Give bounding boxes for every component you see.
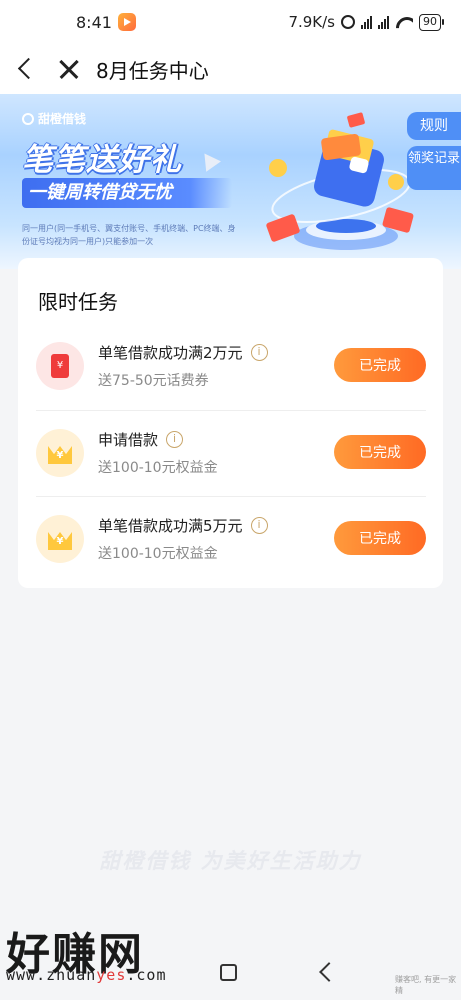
back-arrow-icon[interactable] <box>14 56 40 82</box>
task-reward: 送75-50元话费券 <box>98 373 209 389</box>
home-square-icon[interactable] <box>220 964 237 981</box>
system-nav-bar <box>0 950 461 1000</box>
task-name-text: 单笔借款成功满5万元 <box>98 517 243 535</box>
system-back-icon[interactable] <box>319 962 339 982</box>
alarm-icon <box>341 15 355 29</box>
card-title: 限时任务 <box>38 290 118 314</box>
task-row: ¥ 单笔借款成功满5万元 i 送100-10元权益金 已完成 <box>36 496 426 582</box>
limited-task-card: 限时任务 ¥ 单笔借款成功满2万元 i 送75-50元话费券 已完成 ¥ 申请借… <box>18 258 443 588</box>
nav-bar: 8月任务中心 <box>0 44 461 94</box>
signal-icon <box>361 15 372 29</box>
status-left: 8:41 <box>76 13 136 32</box>
red-envelope-icon: ¥ <box>36 342 84 390</box>
cursor-arrow-icon <box>197 148 221 172</box>
banner-headline: 笔笔送好礼 <box>22 142 182 178</box>
prize-record-tab[interactable]: 领奖记录 <box>407 146 461 190</box>
brand-name: 甜橙借钱 <box>38 112 87 126</box>
completed-button[interactable]: 已完成 <box>334 435 426 469</box>
page-title: 8月任务中心 <box>96 59 209 83</box>
status-time: 8:41 <box>76 12 112 32</box>
task-row: ¥ 申请借款 i 送100-10元权益金 已完成 <box>36 410 426 496</box>
wallet-illustration <box>266 112 414 250</box>
task-name: 单笔借款成功满2万元 i <box>98 342 268 363</box>
task-row: ¥ 单笔借款成功满2万元 i 送75-50元话费券 已完成 <box>36 324 426 410</box>
status-right: 7.9K/s 90 <box>288 13 444 31</box>
task-name: 单笔借款成功满5万元 i <box>98 515 268 536</box>
footer-slogan: 甜橙借钱 为美好生活助力 <box>99 849 362 873</box>
info-icon[interactable]: i <box>166 431 184 448</box>
completed-button[interactable]: 已完成 <box>334 521 426 555</box>
banner-disclaimer: 同一用户(同一手机号、翼支付账号、手机终端、PC终端、身份证号均视为同一用户)只… <box>22 224 236 246</box>
promo-banner: 甜橙借钱 笔笔送好礼 一键周转借贷无忧 同一用户(同一手机号、翼支付账号、手机终… <box>0 94 461 269</box>
brand-logo: 甜橙借钱 <box>22 110 86 127</box>
brand-icon <box>22 112 34 125</box>
info-icon[interactable]: i <box>250 344 268 361</box>
crown-icon: ¥ <box>36 429 84 477</box>
video-app-icon <box>117 13 136 31</box>
info-icon[interactable]: i <box>250 517 268 534</box>
task-name-text: 申请借款 <box>98 431 159 449</box>
signal-icon-2 <box>378 15 389 29</box>
completed-button[interactable]: 已完成 <box>334 348 426 382</box>
task-reward: 送100-10元权益金 <box>98 460 218 476</box>
battery-icon: 90 <box>419 13 444 31</box>
task-name-text: 单笔借款成功满2万元 <box>98 344 243 362</box>
task-name: 申请借款 i <box>98 429 184 450</box>
close-icon[interactable] <box>56 56 82 82</box>
task-reward: 送100-10元权益金 <box>98 546 218 562</box>
banner-subhead: 一键周转借贷无忧 <box>22 178 232 208</box>
status-bar: 8:41 7.9K/s 90 <box>0 0 461 44</box>
crown-icon: ¥ <box>36 515 84 563</box>
wifi-icon <box>395 16 413 29</box>
rules-tab[interactable]: 规则 <box>407 112 461 140</box>
net-speed: 7.9K/s <box>288 13 335 31</box>
